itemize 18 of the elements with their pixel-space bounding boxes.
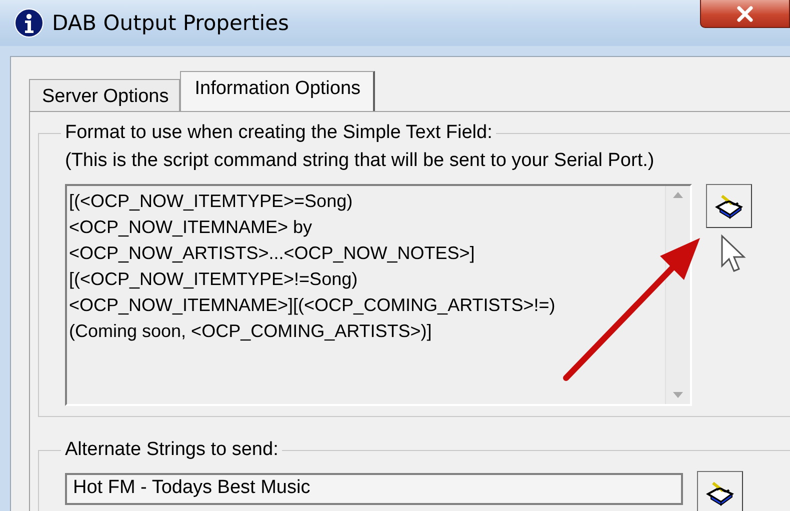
close-icon <box>736 6 754 22</box>
edit-button[interactable] <box>706 184 752 228</box>
group-title: Alternate Strings to send: <box>64 439 280 461</box>
paint-tray-icon <box>705 480 735 506</box>
scroll-down-icon <box>673 392 683 398</box>
description-text: (This is the script command string that will be sent to your Serial Port.) <box>65 150 656 172</box>
info-icon <box>14 8 44 38</box>
script-field[interactable]: [(<OCP_NOW_ITEMTYPE>=Song) <OCP_NOW_ITEMNAME> by <OCP_NOW_ARTISTS>...<OCP_NOW_NOTES>] [(<OCP_NOW_ITEMTYPE>!=Song) <OCP_NOW_ITEMNAME>][(<OCP_COMING_ARTISTS>!=) (Coming soon, <OCP_COMING_ARTISTS>)] <box>65 184 692 406</box>
paint-tray-icon <box>714 193 744 219</box>
scroll-up-icon <box>673 192 683 198</box>
mouse-pointer-icon <box>720 234 746 274</box>
window-title: DAB Output Properties <box>52 11 289 35</box>
group-title: Format to use when creating the Simple Text Field: <box>64 122 494 144</box>
close-button[interactable] <box>700 0 790 28</box>
input-field[interactable]: Hot FM - Todays Best Music <box>65 473 683 505</box>
tab[interactable]: Server Options <box>29 79 180 111</box>
edit-button[interactable] <box>697 471 743 511</box>
tab[interactable]: Information Options <box>180 71 375 111</box>
